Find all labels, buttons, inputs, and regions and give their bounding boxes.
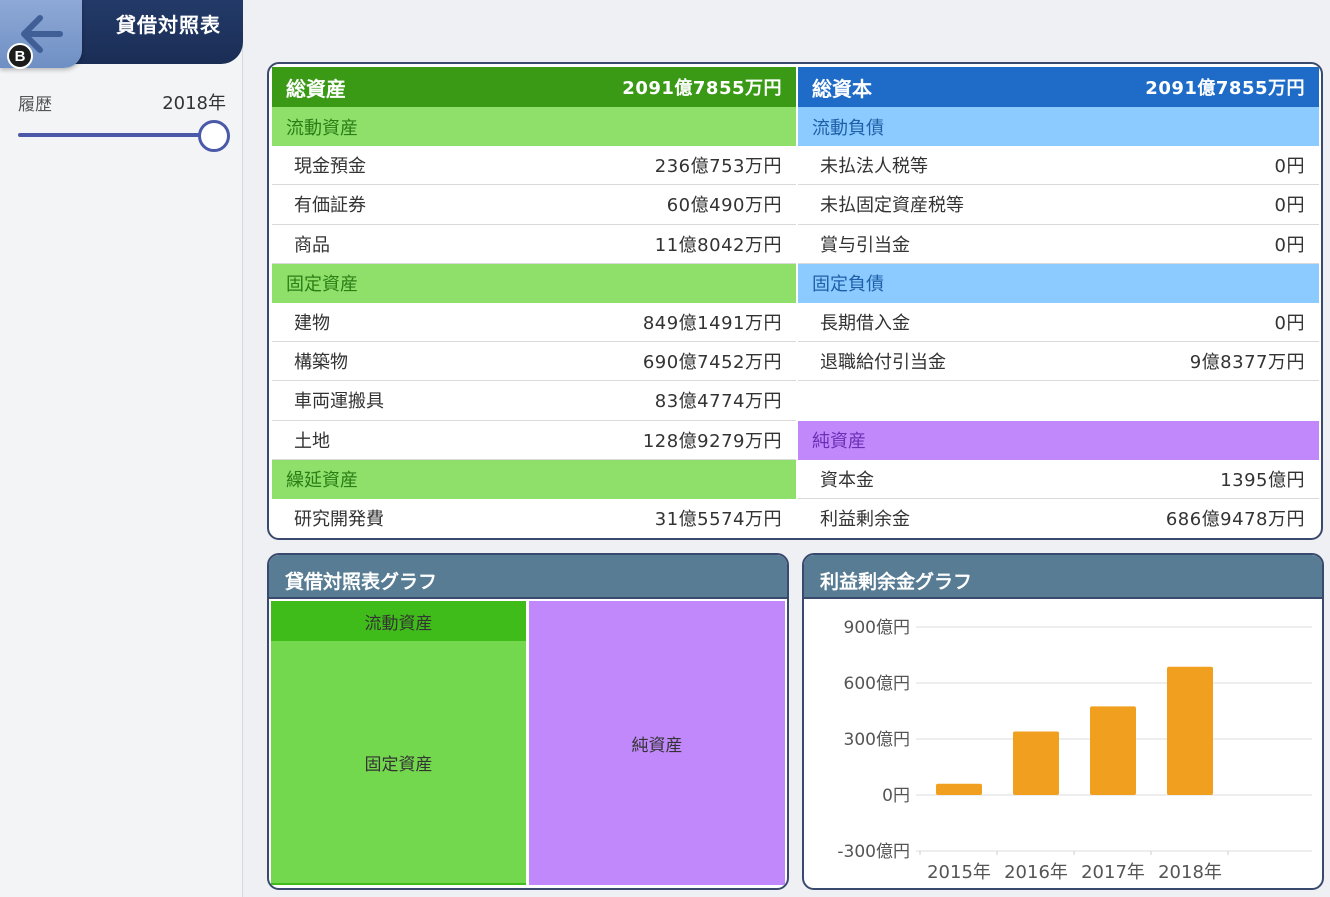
section-label: 流動資産: [286, 117, 358, 139]
capital-total-value: 2091億7855万円: [1145, 78, 1305, 99]
y-tick-label: 300億円: [844, 730, 910, 750]
retained-graph-panel: 利益剰余金グラフ -300億円 0円 300億円 600億円 900億円 2015年 201…: [802, 553, 1324, 890]
retained-graph-title: 利益剰余金グラフ: [804, 555, 1322, 599]
x-tick-label: 2017年: [1081, 862, 1145, 883]
section-label: 流動負債: [812, 117, 884, 139]
y-tick-label: -300億円: [837, 842, 910, 862]
bar: [1013, 731, 1059, 795]
table-row: 利益剰余金 686億9478万円: [798, 499, 1319, 538]
row-label: 研究開発費: [294, 509, 384, 531]
row-value: 236億753万円: [654, 156, 782, 178]
table-row: 退職給付引当金 9億8377万円: [798, 342, 1319, 382]
assets-column: 総資産 2091億7855万円 流動資産 現金預金 236億753万円 有価証券…: [272, 67, 796, 538]
assets-title: 総資産: [286, 76, 346, 101]
history-slider-track[interactable]: [18, 133, 216, 137]
row-value: 0円: [1274, 234, 1305, 256]
table-row: 未払固定資産税等 0円: [798, 185, 1319, 225]
row-value: 690億7452万円: [642, 352, 782, 374]
bar: [1090, 706, 1136, 795]
section-label: 固定負債: [812, 274, 884, 296]
section-fixed-liabilities: 固定負債: [798, 263, 1319, 303]
table-row: 未払法人税等 0円: [798, 146, 1319, 186]
row-value: 0円: [1274, 313, 1305, 335]
row-label: 利益剰余金: [820, 509, 910, 531]
table-row: 商品 11億8042万円: [272, 225, 796, 264]
table-row: 土地 128億9279万円: [272, 421, 796, 460]
row-value: 1395億円: [1220, 469, 1305, 491]
bs-graph-title: 貸借対照表グラフ: [269, 555, 787, 599]
section-current-assets: 流動資産: [272, 107, 796, 147]
section-net-assets: 純資産: [798, 420, 1319, 460]
history-year: 2018年: [162, 93, 226, 114]
row-value: 60億490万円: [666, 195, 782, 217]
section-fixed-assets: 固定資産: [272, 263, 796, 303]
row-value: 83億4774万円: [654, 391, 782, 413]
treemap-current-assets: 流動資産: [271, 601, 526, 641]
page-title: 貸借対照表: [116, 13, 221, 37]
row-value: 849億1491万円: [642, 313, 782, 335]
bs-treemap: 流動資産 固定資産 純資産: [271, 601, 785, 885]
row-value: 9億8377万円: [1189, 352, 1305, 374]
section-current-liabilities: 流動負債: [798, 107, 1319, 147]
section-label: 純資産: [812, 431, 866, 453]
row-label: 商品: [294, 234, 330, 256]
section-label: 繰延資産: [286, 470, 358, 492]
x-tick-label: 2015年: [927, 862, 991, 883]
treemap-fixed-assets: 固定資産: [271, 641, 526, 883]
x-tick-label: 2018年: [1158, 862, 1222, 883]
history-slider-thumb[interactable]: [198, 120, 230, 152]
row-label: 賞与引当金: [820, 234, 910, 256]
assets-total-value: 2091億7855万円: [622, 78, 782, 99]
y-tick-label: 0円: [882, 786, 910, 806]
back-button[interactable]: B: [0, 0, 82, 69]
table-row: 現金預金 236億753万円: [272, 146, 796, 186]
table-row: 賞与引当金 0円: [798, 225, 1319, 264]
sidebar: 貸借対照表 B 履歴 2018年: [0, 0, 243, 897]
row-label: 資本金: [820, 469, 874, 491]
table-row: 構築物 690億7452万円: [272, 342, 796, 382]
bs-graph-panel: 貸借対照表グラフ 流動資産 固定資産 純資産: [267, 553, 789, 890]
row-label: 未払固定資産税等: [820, 195, 964, 217]
row-label: 有価証券: [294, 195, 366, 217]
capital-column: 総資本 2091億7855万円 流動負債 未払法人税等 0円 未払固定資産税等 …: [798, 67, 1319, 538]
y-tick-label: 600億円: [844, 674, 910, 694]
history-label: 履歴: [18, 95, 52, 115]
row-label: 未払法人税等: [820, 156, 928, 178]
capital-title: 総資本: [812, 76, 872, 101]
treemap-deferred-assets: [271, 883, 526, 885]
table-row: 車両運搬具 83億4774万円: [272, 381, 796, 421]
table-row: 長期借入金 0円: [798, 303, 1319, 343]
row-label: 長期借入金: [820, 313, 910, 335]
table-row: 有価証券 60億490万円: [272, 185, 796, 225]
bar: [936, 783, 982, 795]
row-value: 686億9478万円: [1165, 509, 1305, 531]
assets-total-header: 総資産 2091億7855万円: [272, 67, 796, 107]
row-label: 現金預金: [294, 156, 366, 178]
y-tick-label: 900億円: [844, 618, 910, 638]
capital-total-header: 総資本 2091億7855万円: [798, 67, 1319, 107]
row-label: 土地: [294, 430, 330, 452]
table-row: 研究開発費 31億5574万円: [272, 499, 796, 538]
row-value: 128億9279万円: [642, 430, 782, 452]
bar: [1167, 666, 1213, 795]
section-label: 固定資産: [286, 274, 358, 296]
b-button-badge: B: [7, 43, 33, 69]
table-row: 資本金 1395億円: [798, 460, 1319, 499]
row-value: 0円: [1274, 195, 1305, 217]
retained-earnings-chart: -300億円 0円 300億円 600億円 900億円 2015年 2016年 2017年 20…: [837, 618, 1312, 883]
row-value: 31億5574万円: [654, 509, 782, 531]
row-label: 車両運搬具: [294, 391, 384, 413]
treemap-net-assets: 純資産: [529, 601, 785, 885]
table-row: 建物 849億1491万円: [272, 303, 796, 343]
x-tick-label: 2016年: [1004, 862, 1068, 883]
row-value: 11億8042万円: [654, 234, 782, 256]
row-label: 構築物: [294, 352, 348, 374]
balance-sheet-panel: 総資産 2091億7855万円 流動資産 現金預金 236億753万円 有価証券…: [267, 62, 1323, 540]
spacer-row: [798, 381, 1319, 420]
row-value: 0円: [1274, 156, 1305, 178]
row-label: 建物: [294, 313, 330, 335]
row-label: 退職給付引当金: [820, 352, 946, 374]
section-deferred-assets: 繰延資産: [272, 459, 796, 499]
